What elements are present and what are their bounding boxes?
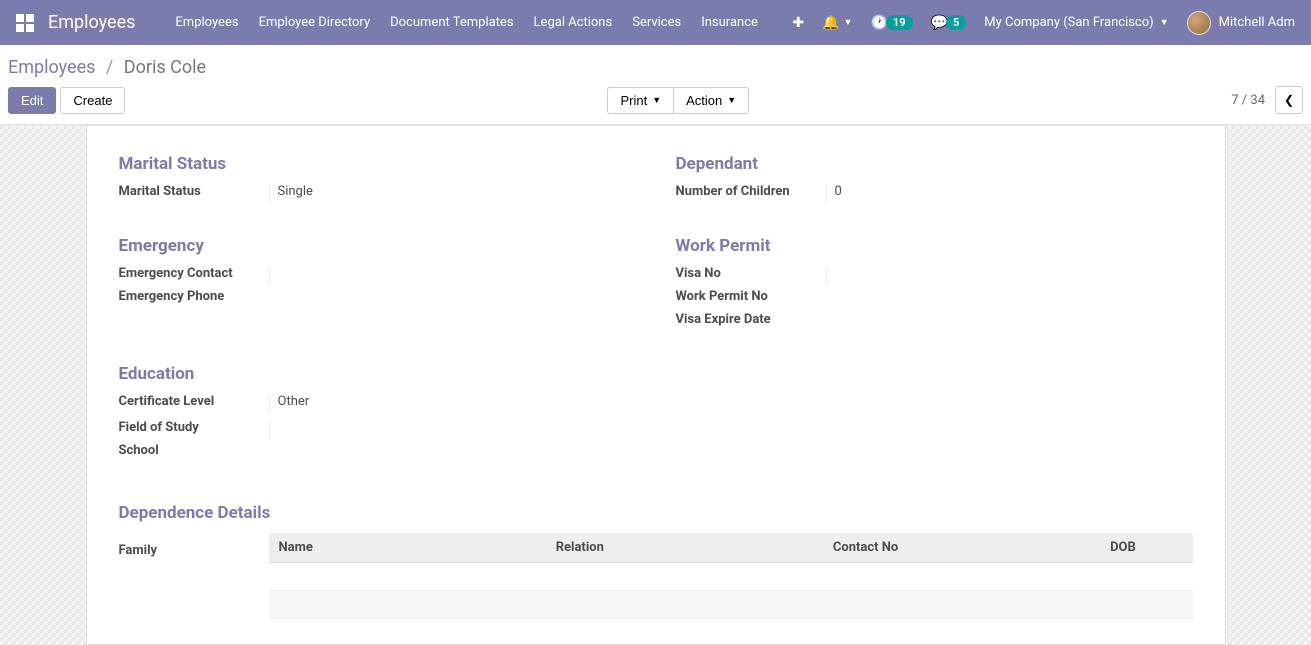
table-row[interactable]: [269, 563, 1193, 591]
emergency-phone-value: [269, 289, 636, 309]
avatar: [1187, 11, 1211, 35]
work-permit-no-label: Work Permit No: [676, 289, 826, 309]
emergency-contact-value: [269, 266, 636, 286]
emergency-contact-label: Emergency Contact: [119, 266, 269, 286]
chevron-down-icon: ▼: [1160, 17, 1169, 28]
num-children-label: Number of Children: [676, 184, 826, 204]
app-title[interactable]: Employees: [48, 12, 135, 33]
school-value: [269, 443, 636, 463]
menu-legal-actions[interactable]: Legal Actions: [534, 15, 613, 30]
create-button[interactable]: Create: [60, 87, 125, 114]
visa-no-label: Visa No: [676, 266, 826, 286]
family-cell: [823, 563, 1100, 591]
form-container: Marital Status Marital Status Single Dep…: [0, 125, 1311, 645]
table-row[interactable]: [269, 591, 1193, 619]
certificate-level-label: Certificate Level: [119, 394, 269, 414]
breadcrumb-separator: /: [106, 57, 113, 78]
user-name: Mitchell Adm: [1219, 15, 1295, 30]
work-permit-no-value: [826, 289, 1193, 309]
visa-expire-value: [826, 312, 1193, 332]
user-menu[interactable]: Mitchell Adm: [1187, 11, 1295, 35]
family-th-contact[interactable]: Contact No: [823, 533, 1100, 563]
menu-document-templates[interactable]: Document Templates: [390, 15, 513, 30]
breadcrumb: Employees / Doris Cole: [8, 57, 206, 78]
family-cell: [269, 591, 546, 619]
menu-employee-directory[interactable]: Employee Directory: [259, 15, 371, 30]
action-button[interactable]: Action ▼: [674, 87, 749, 114]
num-children-value: 0: [826, 184, 1193, 204]
certificate-level-value: Other: [269, 394, 636, 414]
family-label: Family: [119, 533, 269, 558]
field-of-study-label: Field of Study: [119, 420, 269, 440]
activities-badge: 19: [886, 15, 913, 30]
bell-icon[interactable]: 🔔▼: [822, 15, 852, 31]
education-title: Education: [119, 364, 636, 384]
family-cell: [1100, 563, 1192, 591]
family-cell: [546, 563, 823, 591]
plus-icon[interactable]: ✚: [792, 15, 804, 31]
menu-employees[interactable]: Employees: [175, 15, 238, 30]
family-th-relation[interactable]: Relation: [546, 533, 823, 563]
marital-status-value: Single: [269, 184, 636, 204]
field-of-study-value: [269, 420, 636, 440]
navbar-right: ✚ 🔔▼ 🕐19 💬5 My Company (San Francisco) ▼…: [792, 11, 1295, 35]
print-button[interactable]: Print ▼: [607, 87, 674, 114]
dependence-details-title: Dependence Details: [119, 503, 1193, 523]
company-selector[interactable]: My Company (San Francisco) ▼: [984, 15, 1168, 30]
emergency-phone-label: Emergency Phone: [119, 289, 269, 309]
action-label: Action: [686, 93, 722, 108]
messages-icon[interactable]: 💬5: [931, 15, 967, 31]
pager-text[interactable]: 7 / 34: [1231, 93, 1265, 108]
form-sheet: Marital Status Marital Status Single Dep…: [86, 125, 1226, 645]
family-cell: [546, 591, 823, 619]
menu-services[interactable]: Services: [632, 15, 681, 30]
main-navbar: Employees Employees Employee Directory D…: [0, 0, 1311, 45]
navbar-menu: Employees Employee Directory Document Te…: [175, 15, 792, 30]
family-cell: [1100, 591, 1192, 619]
chevron-down-icon: ▼: [652, 95, 661, 105]
emergency-title: Emergency: [119, 236, 636, 256]
school-label: School: [119, 443, 269, 463]
family-th-name[interactable]: Name: [269, 533, 546, 563]
control-panel: Employees / Doris Cole Edit Create Print…: [0, 45, 1311, 125]
messages-badge: 5: [946, 15, 966, 30]
pager-prev-button[interactable]: ❮: [1275, 86, 1303, 114]
family-cell: [269, 563, 546, 591]
family-table: Name Relation Contact No DOB: [269, 533, 1193, 619]
marital-status-title: Marital Status: [119, 154, 636, 174]
breadcrumb-current: Doris Cole: [124, 57, 206, 78]
work-permit-title: Work Permit: [676, 236, 1193, 256]
visa-no-value: [826, 266, 1193, 286]
breadcrumb-root[interactable]: Employees: [8, 57, 95, 78]
apps-icon[interactable]: [16, 14, 34, 32]
edit-button[interactable]: Edit: [8, 87, 56, 114]
dependant-title: Dependant: [676, 154, 1193, 174]
visa-expire-label: Visa Expire Date: [676, 312, 826, 332]
marital-status-label: Marital Status: [119, 184, 269, 204]
chevron-down-icon: ▼: [727, 95, 736, 105]
family-cell: [823, 591, 1100, 619]
family-th-dob[interactable]: DOB: [1100, 533, 1192, 563]
menu-insurance[interactable]: Insurance: [701, 15, 758, 30]
print-label: Print: [620, 93, 647, 108]
company-name: My Company (San Francisco): [984, 15, 1153, 30]
activities-icon[interactable]: 🕐19: [870, 15, 912, 31]
